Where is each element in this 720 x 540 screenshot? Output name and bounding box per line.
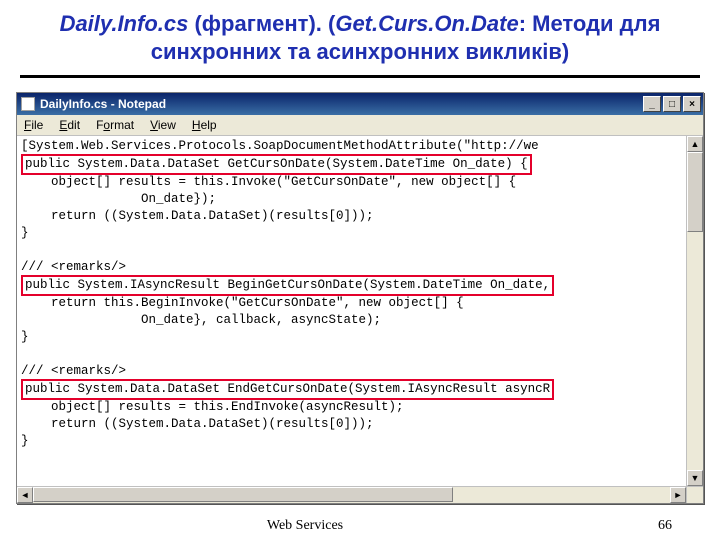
code-line: On_date});: [21, 192, 216, 206]
code-line: On_date}, callback, asyncState);: [21, 313, 381, 327]
notepad-icon: [21, 97, 35, 111]
menu-file[interactable]: File: [21, 117, 46, 133]
scrollbar-corner: [686, 486, 703, 503]
menu-format[interactable]: Format: [93, 117, 137, 133]
titlebar[interactable]: DailyInfo.cs - Notepad _ □ ×: [17, 93, 703, 115]
scroll-track-horizontal[interactable]: [453, 487, 670, 503]
code-line: return ((System.Data.DataSet)(results[0]…: [21, 209, 374, 223]
code-line: }: [21, 434, 29, 448]
footer-center: Web Services: [0, 518, 610, 534]
maximize-button[interactable]: □: [663, 96, 681, 112]
scroll-track-vertical[interactable]: [687, 232, 703, 470]
code-line: }: [21, 330, 29, 344]
code-line: /// <remarks/>: [21, 364, 126, 378]
code-line: object[] results = this.Invoke("GetCursO…: [21, 175, 516, 189]
code-line: [System.Web.Services.Protocols.SoapDocum…: [21, 139, 539, 153]
highlight-begin-async: public System.IAsyncResult BeginGetCursO…: [21, 275, 554, 296]
minimize-button[interactable]: _: [643, 96, 661, 112]
scroll-thumb-horizontal[interactable]: [33, 487, 453, 502]
code-line: }: [21, 226, 29, 240]
bottom-scroll-row: ◄ ►: [17, 486, 703, 503]
footer-page-number: 66: [610, 518, 720, 534]
scroll-up-button[interactable]: ▲: [687, 136, 703, 152]
menu-view[interactable]: View: [147, 117, 179, 133]
title-method: Get.Curs.On.Date: [335, 11, 518, 36]
slide-title: Daily.Info.cs (фрагмент). (Get.Curs.On.D…: [0, 0, 720, 73]
editor[interactable]: [System.Web.Services.Protocols.SoapDocum…: [17, 136, 686, 486]
scroll-right-button[interactable]: ►: [670, 487, 686, 503]
scroll-left-button[interactable]: ◄: [17, 487, 33, 503]
menu-help[interactable]: Help: [189, 117, 220, 133]
code-line: object[] results = this.EndInvoke(asyncR…: [21, 400, 404, 414]
editor-wrap: [System.Web.Services.Protocols.SoapDocum…: [17, 136, 703, 486]
horizontal-scrollbar[interactable]: ◄ ►: [17, 486, 686, 503]
code-line: /// <remarks/>: [21, 260, 126, 274]
menu-edit[interactable]: Edit: [56, 117, 83, 133]
code-area[interactable]: [System.Web.Services.Protocols.SoapDocum…: [17, 136, 686, 454]
scroll-down-button[interactable]: ▼: [687, 470, 703, 486]
vertical-scrollbar[interactable]: ▲ ▼: [686, 136, 703, 486]
title-underline: [20, 75, 700, 78]
titlebar-text: DailyInfo.cs - Notepad: [40, 97, 641, 111]
title-frag: (фрагмент). (: [188, 11, 335, 36]
code-line: return this.BeginInvoke("GetCursOnDate",…: [21, 296, 464, 310]
scroll-thumb-vertical[interactable]: [687, 152, 703, 232]
slide-footer: Web Services 66: [0, 518, 720, 534]
window-buttons: _ □ ×: [641, 96, 701, 112]
highlight-end-async: public System.Data.DataSet EndGetCursOnD…: [21, 379, 554, 400]
menubar: File Edit Format View Help: [17, 115, 703, 136]
close-button[interactable]: ×: [683, 96, 701, 112]
code-line: return ((System.Data.DataSet)(results[0]…: [21, 417, 374, 431]
title-file: Daily.Info.cs: [60, 11, 189, 36]
notepad-window: DailyInfo.cs - Notepad _ □ × File Edit F…: [16, 92, 704, 504]
highlight-sync: public System.Data.DataSet GetCursOnDate…: [21, 154, 532, 175]
